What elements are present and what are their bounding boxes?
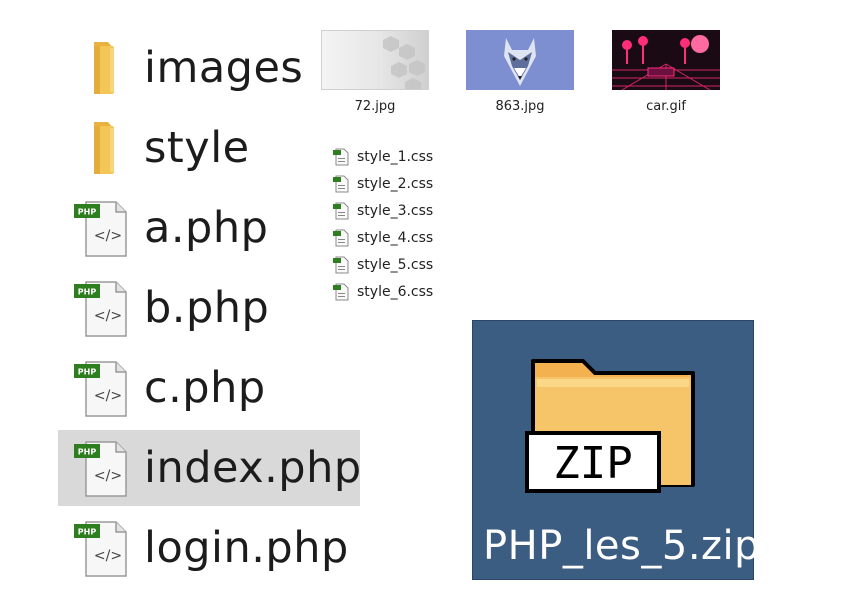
file-item-label: style_6.css xyxy=(357,284,434,300)
svg-text:</>: </> xyxy=(94,548,122,564)
svg-text:</>: </> xyxy=(94,228,122,244)
php-file-icon: PHP </> xyxy=(72,356,136,420)
file-item-label: style xyxy=(144,123,250,173)
file-item-label: index.php xyxy=(144,443,362,493)
file-item-b-php[interactable]: PHP </> b.php xyxy=(58,270,360,346)
zip-badge-text: ZIP xyxy=(553,438,632,489)
file-item-label: style_2.css xyxy=(357,176,434,192)
zip-folder-icon: ZIP xyxy=(523,341,703,511)
file-item-login-php[interactable]: PHP </> login.php xyxy=(58,510,360,586)
file-item-style-1-css[interactable]: style_1.css xyxy=(332,147,433,167)
file-item-style-3-css[interactable]: style_3.css xyxy=(332,201,433,221)
file-item-label: a.php xyxy=(144,203,269,253)
file-item-label: PHP_les_5.zip xyxy=(483,523,761,569)
svg-text:</>: </> xyxy=(94,468,122,484)
svg-text:</>: </> xyxy=(94,388,122,404)
php-file-icon: PHP </> xyxy=(72,516,136,580)
file-item-72-jpg[interactable]: 72.jpg xyxy=(321,30,429,114)
file-item-label: style_1.css xyxy=(357,149,434,165)
wolf-image-thumbnail xyxy=(466,30,574,90)
file-item-style-5-css[interactable]: style_5.css xyxy=(332,255,433,275)
file-item-index-php[interactable]: PHP </> index.php xyxy=(58,430,362,506)
css-file-icon xyxy=(332,202,350,220)
css-file-icon xyxy=(332,256,350,274)
car-image-thumbnail xyxy=(612,30,720,90)
file-item-label: c.php xyxy=(144,363,266,413)
file-item-label: 863.jpg xyxy=(495,99,545,114)
file-item-a-php[interactable]: PHP </> a.php xyxy=(58,190,360,266)
svg-text:PHP: PHP xyxy=(78,528,97,537)
file-item-label: 72.jpg xyxy=(354,99,396,114)
svg-text:</>: </> xyxy=(94,308,122,324)
css-file-icon xyxy=(332,148,350,166)
file-item-label: images xyxy=(144,43,304,93)
file-item-label: b.php xyxy=(144,283,270,333)
file-item-car-gif[interactable]: car.gif xyxy=(612,30,720,114)
svg-text:PHP: PHP xyxy=(78,288,97,297)
image-thumbnail xyxy=(321,30,429,90)
file-item-label: login.php xyxy=(144,523,349,573)
file-item-label: style_3.css xyxy=(357,203,434,219)
css-file-icon xyxy=(332,283,350,301)
php-file-icon: PHP </> xyxy=(72,276,136,340)
file-item-863-jpg[interactable]: 863.jpg xyxy=(466,30,574,114)
file-item-label: car.gif xyxy=(646,99,686,114)
file-item-style-4-css[interactable]: style_4.css xyxy=(332,228,433,248)
file-item-label: style_5.css xyxy=(357,257,434,273)
folder-icon xyxy=(72,116,136,180)
php-file-icon: PHP </> xyxy=(72,196,136,260)
file-item-php-les-5-zip[interactable]: ZIP PHP_les_5.zip xyxy=(472,320,760,580)
svg-text:PHP: PHP xyxy=(78,368,97,377)
svg-text:PHP: PHP xyxy=(78,208,97,217)
php-file-icon: PHP </> xyxy=(72,436,136,500)
file-item-images[interactable]: images xyxy=(58,30,360,106)
css-file-icon xyxy=(332,175,350,193)
file-item-style-2-css[interactable]: style_2.css xyxy=(332,174,433,194)
file-item-c-php[interactable]: PHP </> c.php xyxy=(58,350,360,426)
folder-icon xyxy=(72,36,136,100)
file-item-label: style_4.css xyxy=(357,230,434,246)
file-item-style[interactable]: style xyxy=(58,110,360,186)
svg-text:PHP: PHP xyxy=(78,448,97,457)
css-file-icon xyxy=(332,229,350,247)
file-item-style-6-css[interactable]: style_6.css xyxy=(332,282,433,302)
